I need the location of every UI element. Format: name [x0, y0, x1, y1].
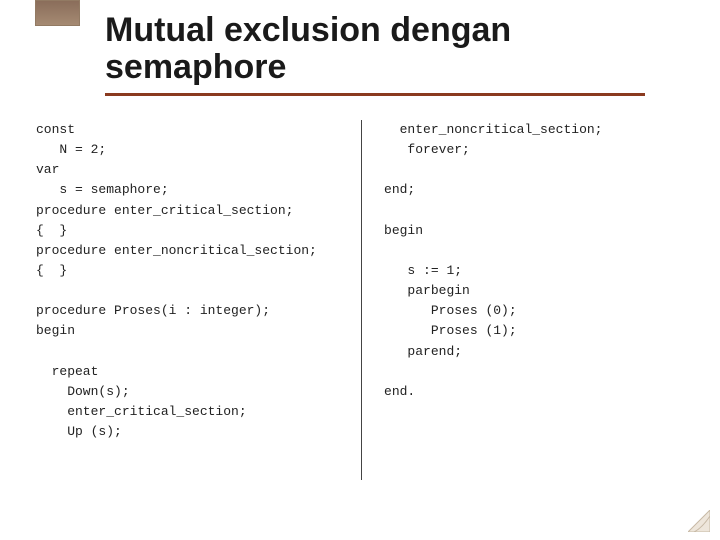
slide-title: Mutual exclusion dengan semaphore [105, 12, 690, 87]
page-curl-icon [688, 510, 710, 532]
content-area: const N = 2; var s = semaphore; procedur… [36, 120, 684, 520]
column-divider [361, 120, 362, 480]
code-right-column: enter_noncritical_section; forever; end;… [384, 120, 684, 520]
title-block: Mutual exclusion dengan semaphore [105, 12, 690, 96]
title-underline [105, 93, 645, 96]
code-left-column: const N = 2; var s = semaphore; procedur… [36, 120, 347, 520]
accent-bar [35, 0, 80, 26]
